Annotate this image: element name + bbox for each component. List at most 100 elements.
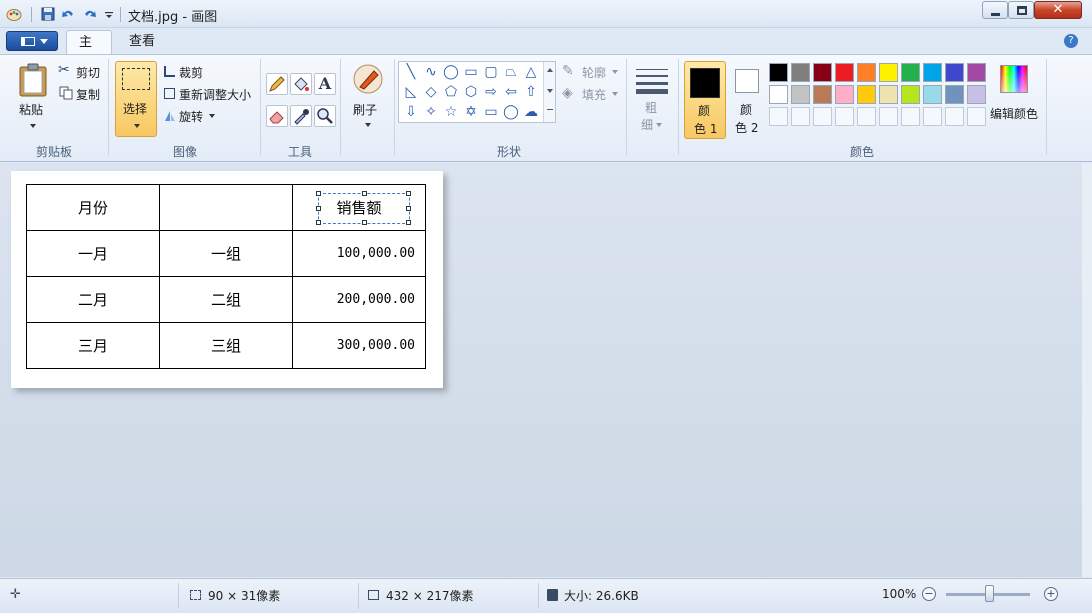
left-arrow-shape-icon[interactable]: ⇦ [501, 83, 521, 101]
close-button[interactable]: ✕ [1034, 1, 1082, 19]
palette-color-swatch[interactable] [813, 85, 832, 104]
custom-color-slot[interactable] [835, 107, 854, 126]
palette-color-swatch[interactable] [923, 63, 942, 82]
edit-colors-button[interactable]: 编辑颜色 [990, 61, 1042, 137]
palette-color-swatch[interactable] [791, 63, 810, 82]
cloud-callout-shape-icon[interactable]: ☁ [521, 103, 541, 121]
triangle-shape-icon[interactable]: △ [521, 63, 541, 81]
five-point-star-shape-icon[interactable]: ☆ [441, 103, 461, 121]
fill-tool[interactable] [290, 73, 312, 95]
eraser-tool[interactable] [266, 105, 288, 127]
fill-button[interactable]: ◈ 填充 [562, 85, 622, 103]
up-arrow-shape-icon[interactable]: ⇧ [521, 83, 541, 101]
hexagon-shape-icon[interactable]: ⬡ [461, 83, 481, 101]
magnifier-tool[interactable] [314, 105, 336, 127]
resize-handle[interactable] [406, 206, 411, 211]
rect-callout-shape-icon[interactable]: ▭ [481, 103, 501, 121]
palette-color-swatch[interactable] [945, 63, 964, 82]
oval-callout-shape-icon[interactable]: ◯ [501, 103, 521, 121]
custom-color-slot[interactable] [879, 107, 898, 126]
polygon-shape-icon[interactable]: ⏢ [501, 63, 521, 81]
size-button[interactable]: 粗 细 [632, 61, 672, 137]
resize-handle[interactable] [316, 220, 321, 225]
line-shape-icon[interactable]: ╲ [401, 63, 421, 81]
color2-button[interactable]: 颜 色 2 [728, 61, 768, 139]
custom-color-slot[interactable] [923, 107, 942, 126]
custom-color-slot[interactable] [901, 107, 920, 126]
right-arrow-shape-icon[interactable]: ⇨ [481, 83, 501, 101]
zoom-slider-thumb[interactable] [985, 585, 994, 602]
vertical-scrollbar[interactable] [1082, 163, 1092, 577]
resize-handle[interactable] [362, 191, 367, 196]
resize-handle[interactable] [316, 206, 321, 211]
custom-color-slot[interactable] [813, 107, 832, 126]
down-arrow-shape-icon[interactable]: ⇩ [401, 103, 421, 121]
palette-color-swatch[interactable] [923, 85, 942, 104]
rectangle-shape-icon[interactable]: ▭ [461, 63, 481, 81]
four-point-star-shape-icon[interactable]: ✧ [421, 103, 441, 121]
paste-button[interactable]: 粘贴 [14, 59, 52, 135]
resize-handle[interactable] [362, 220, 367, 225]
tab-view[interactable]: 查看 [117, 30, 167, 54]
custom-color-slot[interactable] [945, 107, 964, 126]
palette-color-swatch[interactable] [857, 63, 876, 82]
text-tool[interactable]: A [314, 73, 336, 95]
application-menu-button[interactable] [6, 31, 58, 51]
palette-color-swatch[interactable] [769, 63, 788, 82]
cut-button[interactable]: ✂ 剪切 [58, 62, 104, 81]
customize-quick-access-icon[interactable] [104, 6, 114, 22]
minimize-button[interactable] [982, 1, 1008, 19]
palette-color-swatch[interactable] [945, 85, 964, 104]
outline-button[interactable]: ✎ 轮廓 [562, 63, 622, 81]
rotate-button[interactable]: 旋转 [162, 107, 222, 125]
palette-color-swatch[interactable] [857, 85, 876, 104]
palette-color-swatch[interactable] [901, 85, 920, 104]
gallery-scrollbar[interactable] [543, 62, 555, 122]
custom-color-slot[interactable] [769, 107, 788, 126]
help-icon[interactable]: ? [1064, 34, 1078, 48]
resize-handle[interactable] [406, 191, 411, 196]
copy-button[interactable]: 复制 [58, 85, 104, 103]
save-icon[interactable] [40, 6, 56, 22]
resize-handle[interactable] [316, 191, 321, 196]
diamond-shape-icon[interactable]: ◇ [421, 83, 441, 101]
tools-group-label: 工具 [288, 145, 313, 159]
custom-color-slot[interactable] [791, 107, 810, 126]
right-triangle-shape-icon[interactable]: ◺ [401, 83, 421, 101]
zoom-in-button[interactable]: + [1044, 587, 1058, 601]
rounded-rectangle-shape-icon[interactable]: ▢ [481, 63, 501, 81]
palette-color-swatch[interactable] [791, 85, 810, 104]
palette-color-swatch[interactable] [879, 85, 898, 104]
crop-button[interactable]: 裁剪 [162, 63, 222, 81]
paint-app-icon[interactable] [6, 6, 22, 22]
palette-color-swatch[interactable] [813, 63, 832, 82]
brushes-button[interactable]: 刷子 [346, 59, 390, 135]
pencil-tool[interactable] [266, 73, 288, 95]
resize-handle[interactable] [406, 220, 411, 225]
palette-color-swatch[interactable] [835, 85, 854, 104]
shapes-gallery[interactable]: ╲ ∿ ◯ ▭ ▢ ⏢ △ ◺ ◇ ⬠ ⬡ ⇨ ⇦ ⇧ ⇩ ✧ ☆ ✡ ▭ ◯ … [398, 61, 556, 123]
tab-home[interactable]: 主页 [66, 30, 112, 74]
palette-color-swatch[interactable] [967, 85, 986, 104]
maximize-button[interactable] [1008, 1, 1034, 19]
palette-color-swatch[interactable] [835, 63, 854, 82]
palette-color-swatch[interactable] [901, 63, 920, 82]
six-point-star-shape-icon[interactable]: ✡ [461, 103, 481, 121]
oval-shape-icon[interactable]: ◯ [441, 63, 461, 81]
palette-color-swatch[interactable] [769, 85, 788, 104]
selection-rectangle[interactable] [316, 191, 411, 225]
resize-button[interactable]: 重新调整大小 [162, 85, 258, 103]
zoom-out-button[interactable]: − [922, 587, 936, 601]
color-picker-tool[interactable] [290, 105, 312, 127]
image-canvas[interactable]: 月份 销售额 一月 一组 100,000.00 二月 二组 200,000.00… [11, 171, 443, 388]
custom-color-slot[interactable] [857, 107, 876, 126]
pentagon-shape-icon[interactable]: ⬠ [441, 83, 461, 101]
redo-icon[interactable] [82, 6, 98, 22]
curve-shape-icon[interactable]: ∿ [421, 63, 441, 81]
custom-color-slot[interactable] [967, 107, 986, 126]
color1-button[interactable]: 颜 色 1 [684, 61, 726, 139]
select-button[interactable]: 选择 [115, 61, 157, 137]
palette-color-swatch[interactable] [967, 63, 986, 82]
palette-color-swatch[interactable] [879, 63, 898, 82]
undo-icon[interactable] [60, 6, 76, 22]
